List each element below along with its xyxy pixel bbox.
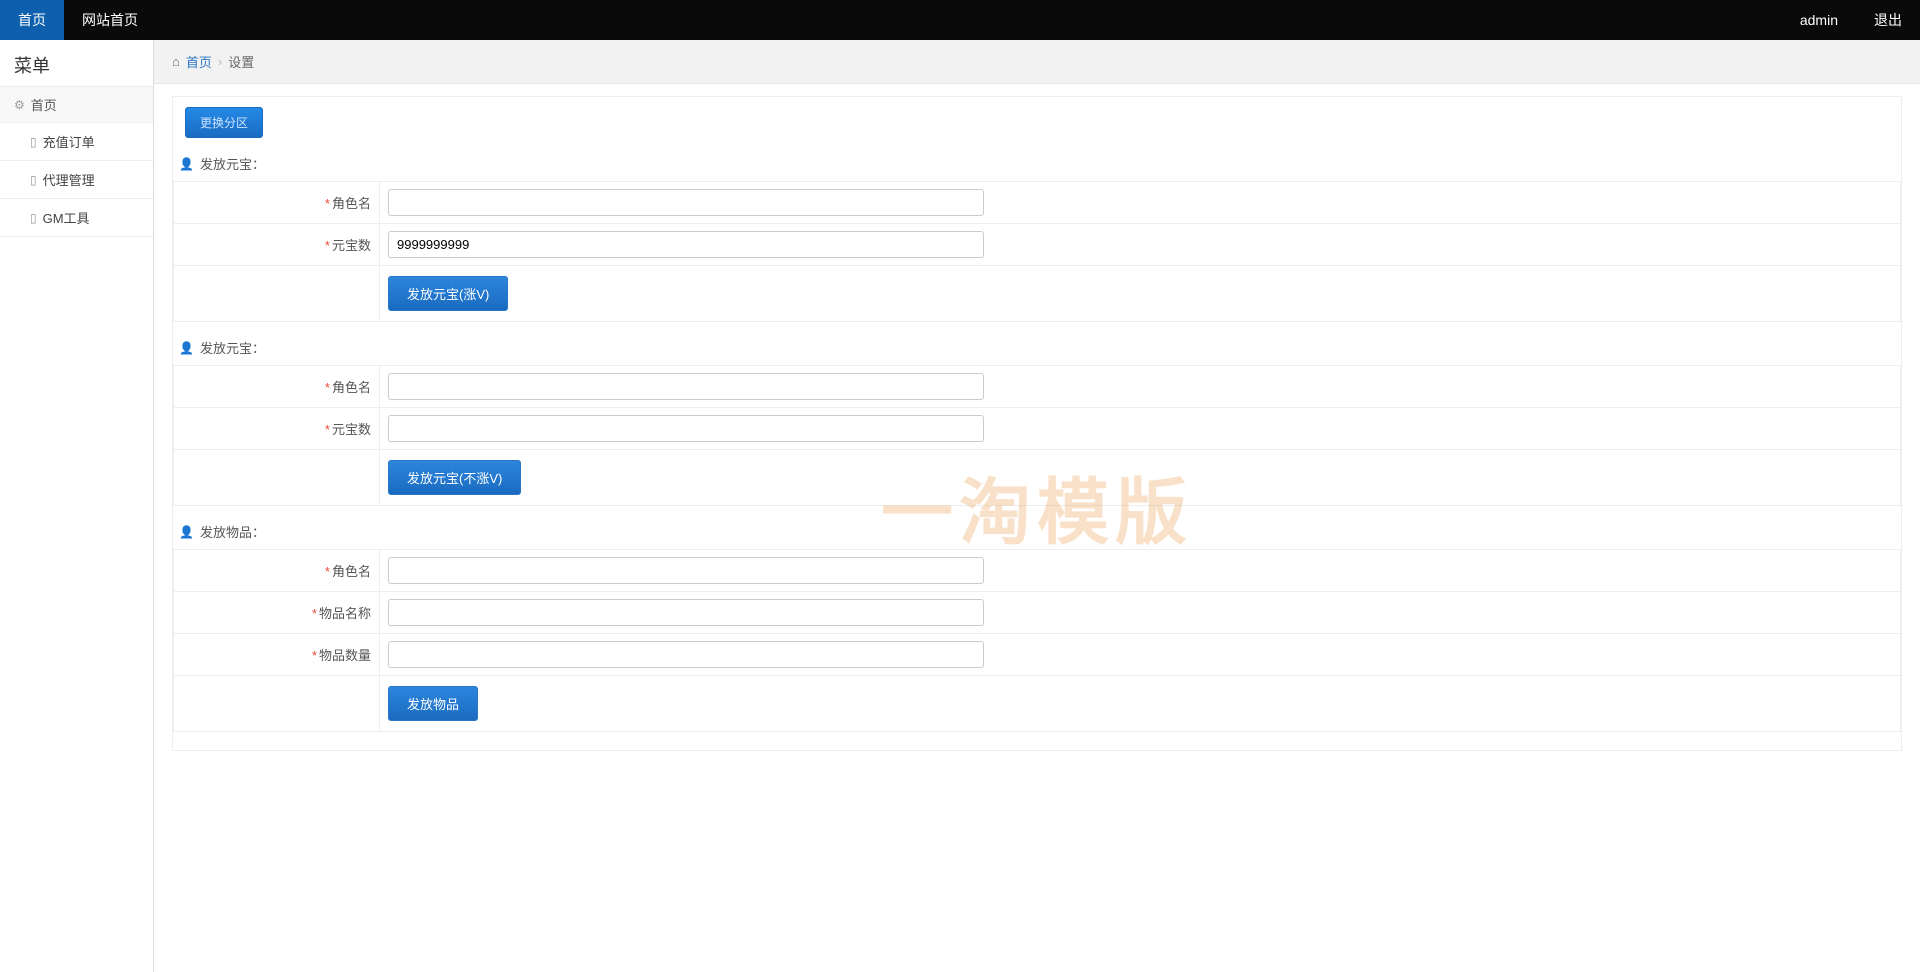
sidebar-item-agent[interactable]: ▯ 代理管理 — [0, 161, 153, 199]
sidebar-item-label: 充值订单 — [43, 132, 95, 151]
label-item: 物品名称 — [319, 606, 371, 621]
input-amount-1[interactable] — [388, 231, 984, 258]
input-item-qty[interactable] — [388, 641, 984, 668]
label-role: 角色名 — [332, 380, 371, 395]
nav-logout[interactable]: 退出 — [1856, 0, 1920, 40]
input-role-1[interactable] — [388, 189, 984, 216]
breadcrumb-current: 设置 — [228, 52, 254, 71]
sidebar-item-recharge[interactable]: ▯ 充值订单 — [0, 123, 153, 161]
breadcrumb: ⌂ 首页 › 设置 — [154, 40, 1920, 84]
document-icon: ▯ — [30, 135, 37, 149]
topbar: 首页 网站首页 admin 退出 — [0, 0, 1920, 40]
gear-icon: ⚙ — [14, 98, 25, 112]
nav-home[interactable]: 首页 — [0, 0, 64, 40]
submit-item-button[interactable]: 发放物品 — [388, 686, 478, 721]
input-amount-2[interactable] — [388, 415, 984, 442]
input-role-3[interactable] — [388, 557, 984, 584]
label-amount: 元宝数 — [332, 422, 371, 437]
label-qty: 物品数量 — [319, 648, 371, 663]
submit-yuanbao-v-button[interactable]: 发放元宝(涨V) — [388, 276, 508, 311]
person-icon: 👤 — [179, 341, 194, 355]
person-icon: 👤 — [179, 157, 194, 171]
label-role: 角色名 — [332, 196, 371, 211]
breadcrumb-home-link[interactable]: 首页 — [186, 52, 212, 71]
sidebar: 菜单 ⚙ 首页 ▯ 充值订单 ▯ 代理管理 ▯ GM工具 — [0, 40, 154, 972]
form-yuanbao-v: *角色名 *元宝数 发放元宝(涨V) — [173, 181, 1901, 322]
nav-site-home[interactable]: 网站首页 — [64, 0, 156, 40]
label-amount: 元宝数 — [332, 238, 371, 253]
sidebar-item-gmtools[interactable]: ▯ GM工具 — [0, 199, 153, 237]
section-title-item: 👤 发放物品： — [173, 506, 1901, 549]
section-title-yuanbao-v: 👤 发放元宝： — [173, 138, 1901, 181]
nav-user[interactable]: admin — [1782, 0, 1856, 40]
home-icon: ⌂ — [172, 54, 180, 69]
form-item: *角色名 *物品名称 *物品数量 发放物品 — [173, 549, 1901, 732]
sidebar-item-label: 代理管理 — [43, 170, 95, 189]
person-icon: 👤 — [179, 525, 194, 539]
breadcrumb-separator: › — [218, 54, 222, 69]
submit-yuanbao-nov-button[interactable]: 发放元宝(不涨V) — [388, 460, 521, 495]
input-item-name[interactable] — [388, 599, 984, 626]
form-yuanbao-nov: *角色名 *元宝数 发放元宝(不涨V) — [173, 365, 1901, 506]
section-title-yuanbao-nov: 👤 发放元宝： — [173, 322, 1901, 365]
sidebar-title: 菜单 — [0, 40, 153, 86]
switch-zone-button[interactable]: 更换分区 — [185, 107, 263, 138]
input-role-2[interactable] — [388, 373, 984, 400]
main-panel: 更换分区 👤 发放元宝： *角色名 *元宝数 发放元宝(涨V) — [172, 96, 1902, 751]
document-icon: ▯ — [30, 173, 37, 187]
sidebar-parent-home[interactable]: ⚙ 首页 — [0, 86, 153, 123]
document-icon: ▯ — [30, 211, 37, 225]
sidebar-item-label: GM工具 — [43, 208, 90, 227]
label-role: 角色名 — [332, 564, 371, 579]
sidebar-parent-label: 首页 — [31, 95, 57, 114]
